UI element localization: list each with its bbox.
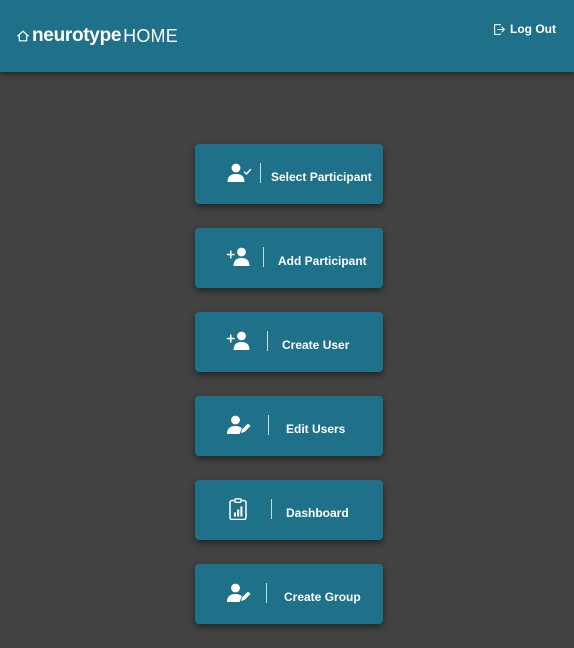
create-group-label: Create Group xyxy=(284,590,361,604)
add-participant-button[interactable]: Add Participant xyxy=(195,228,383,288)
user-edit-icon xyxy=(227,583,251,602)
logout-button[interactable]: Log Out xyxy=(493,22,556,36)
home-link[interactable]: neurotype HOME xyxy=(16,24,178,48)
clipboard-chart-icon xyxy=(229,498,247,520)
button-divider xyxy=(271,499,272,519)
main-menu: Select Participant Add Participant Creat… xyxy=(195,144,383,648)
user-plus-icon xyxy=(226,331,250,350)
select-participant-label: Select Participant xyxy=(271,170,372,184)
dashboard-button[interactable]: Dashboard xyxy=(195,480,383,540)
select-participant-button[interactable]: Select Participant xyxy=(195,144,383,204)
home-icon xyxy=(17,30,29,42)
home-label: HOME xyxy=(123,25,178,46)
button-divider xyxy=(263,247,264,267)
button-divider xyxy=(268,415,269,435)
app-header: neurotype HOME Log Out xyxy=(0,0,574,72)
add-participant-label: Add Participant xyxy=(278,254,367,268)
button-divider xyxy=(266,583,267,603)
user-edit-icon xyxy=(227,415,251,434)
create-user-button[interactable]: Create User xyxy=(195,312,383,372)
brand-logo: neurotype xyxy=(32,25,122,46)
create-group-button[interactable]: Create Group xyxy=(195,564,383,624)
button-divider xyxy=(267,331,268,351)
logout-icon xyxy=(494,23,505,35)
edit-users-button[interactable]: Edit Users xyxy=(195,396,383,456)
button-divider xyxy=(260,163,261,183)
logout-label: Log Out xyxy=(510,22,556,36)
dashboard-label: Dashboard xyxy=(286,506,349,520)
create-user-label: Create User xyxy=(282,338,350,352)
edit-users-label: Edit Users xyxy=(286,422,346,436)
user-plus-icon xyxy=(226,247,250,266)
user-check-icon xyxy=(227,163,252,182)
